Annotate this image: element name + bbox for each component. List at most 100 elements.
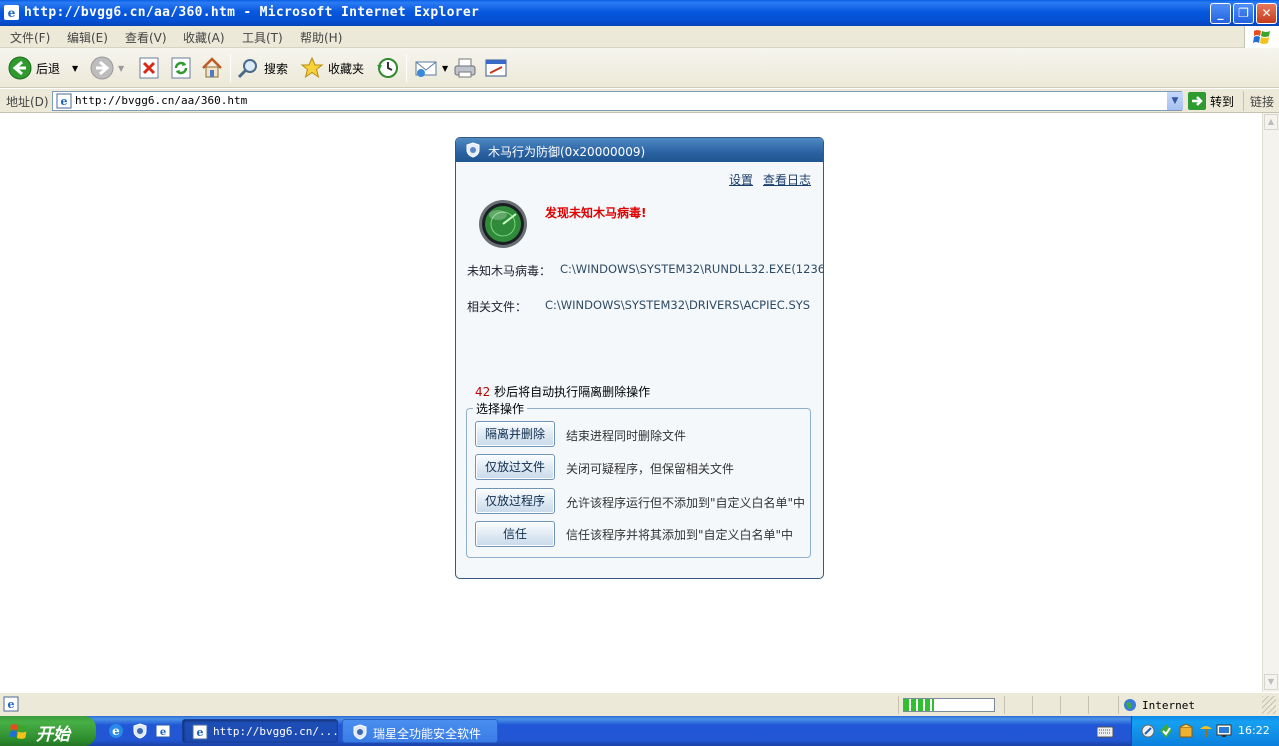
toolbar-separator <box>230 54 231 82</box>
back-dropdown-icon[interactable]: ▼ <box>72 64 78 73</box>
radar-icon <box>479 200 527 248</box>
unknown-trojan-path: C:\WINDOWS\SYSTEM32\RUNDLL32.EXE(1236) <box>560 262 824 276</box>
taskbar: 开始 e e e http://bvgg6.cn/... 瑞星全功能安全软件 1… <box>0 716 1279 746</box>
svg-text:e: e <box>8 6 16 20</box>
status-progress-panel <box>898 696 1000 714</box>
allow-file-only-button[interactable]: 仅放过文件 <box>475 454 555 480</box>
quarantine-delete-button[interactable]: 隔离并删除 <box>475 421 555 447</box>
dialog-title: 木马行为防御(0x20000009) <box>488 145 646 159</box>
menu-tools[interactable]: 工具(T) <box>242 29 283 46</box>
taskbar-item-rising[interactable]: 瑞星全功能安全软件 <box>342 719 498 743</box>
home-icon <box>202 57 222 78</box>
forward-dropdown-icon[interactable]: ▼ <box>118 64 124 73</box>
progress-fill <box>904 699 934 711</box>
status-panel <box>1088 696 1116 714</box>
address-input[interactable]: e http://bvgg6.cn/aa/360.htm ▼ <box>52 91 1183 111</box>
address-dropdown-icon[interactable]: ▼ <box>1167 92 1183 110</box>
security-tray-icon[interactable] <box>1158 723 1174 739</box>
close-button[interactable]: ✕ <box>1256 3 1277 24</box>
standard-toolbar: 后退 ▼ ▼ 搜索 收藏夹 ▼ <box>0 48 1279 88</box>
action-group: 选择操作 隔离并删除 结束进程同时删除文件 仅放过文件 关闭可疑程序，但保留相关… <box>466 400 811 558</box>
print-button[interactable] <box>453 53 477 83</box>
mail-dropdown-icon[interactable]: ▼ <box>442 64 448 73</box>
svg-text:e: e <box>112 724 120 738</box>
taskbar-item-browser[interactable]: e http://bvgg6.cn/... <box>182 719 339 743</box>
window-title: http://bvgg6.cn/aa/360.htm - Microsoft I… <box>24 5 480 20</box>
address-url: http://bvgg6.cn/aa/360.htm <box>75 94 248 107</box>
quick-launch-desktop-icon[interactable]: e <box>155 723 171 739</box>
search-button[interactable]: 搜索 <box>236 53 288 83</box>
quick-launch-ie-icon[interactable]: e <box>108 723 124 739</box>
links-button[interactable]: 链接 <box>1250 93 1274 110</box>
stop-button[interactable] <box>138 53 160 83</box>
package-icon[interactable] <box>1178 723 1194 739</box>
mail-icon <box>415 61 437 77</box>
menu-favorites[interactable]: 收藏(A) <box>183 29 225 46</box>
alert-message: 发现未知木马病毒! <box>545 206 647 220</box>
status-panel <box>1004 696 1028 714</box>
restore-button[interactable]: ❐ <box>1233 3 1254 24</box>
menu-view[interactable]: 查看(V) <box>125 29 167 46</box>
scroll-up-arrow-icon[interactable]: ▲ <box>1264 114 1278 130</box>
minimize-button[interactable]: _ <box>1210 3 1231 24</box>
zone-label: Internet <box>1142 698 1195 712</box>
countdown-text: 秒后将自动执行隔离删除操作 <box>490 385 651 399</box>
menu-help[interactable]: 帮助(H) <box>300 29 342 46</box>
quick-launch-shield-icon[interactable] <box>132 723 148 739</box>
edit-page-icon <box>485 59 507 77</box>
svg-text:e: e <box>160 727 166 738</box>
favorites-star-icon <box>300 56 324 79</box>
refresh-icon <box>171 57 191 79</box>
title-bar: e http://bvgg6.cn/aa/360.htm - Microsoft… <box>0 0 1279 26</box>
allow-program-only-button[interactable]: 仅放过程序 <box>475 488 555 514</box>
stop-icon <box>139 57 159 79</box>
svg-text:e: e <box>197 726 204 739</box>
taskbar-item-label: 瑞星全功能安全软件 <box>373 727 482 741</box>
svg-text:e: e <box>8 698 15 711</box>
view-log-link[interactable]: 查看日志 <box>763 171 811 188</box>
go-button[interactable]: 转到 <box>1188 92 1234 110</box>
trust-button[interactable]: 信任 <box>475 521 555 547</box>
update-icon[interactable] <box>1198 723 1214 739</box>
back-button[interactable]: 后退 ▼ <box>8 53 78 83</box>
related-file-path: C:\WINDOWS\SYSTEM32\DRIVERS\ACPIEC.SYS <box>545 298 811 312</box>
refresh-button[interactable] <box>170 53 192 83</box>
monitor-icon[interactable] <box>1216 723 1232 739</box>
print-icon <box>454 58 476 78</box>
status-bar: e Internet <box>0 692 1279 716</box>
back-label: 后退 <box>36 61 61 76</box>
links-separator <box>1243 91 1244 111</box>
page-icon: e <box>56 93 72 109</box>
vertical-scrollbar[interactable]: ▲ ▼ <box>1262 113 1279 692</box>
unknown-trojan-label: 未知木马病毒： <box>467 264 552 278</box>
history-icon <box>377 58 398 78</box>
clock: 16:22 <box>1238 724 1270 737</box>
ie-app-icon: e <box>4 5 19 20</box>
network-icon[interactable] <box>1140 723 1156 739</box>
allow-program-only-desc: 允许该程序运行但不添加到"自定义白名单"中 <box>566 496 806 510</box>
system-tray: 16:22 <box>1131 716 1279 746</box>
toolbar-separator <box>406 54 407 82</box>
forward-arrow-icon <box>90 56 114 80</box>
ie-page-icon: e <box>192 724 208 740</box>
history-button[interactable] <box>375 53 399 83</box>
settings-link[interactable]: 设置 <box>729 171 753 188</box>
start-button[interactable]: 开始 <box>0 716 96 746</box>
keyboard-icon[interactable] <box>1097 725 1113 739</box>
favorites-button[interactable]: 收藏夹 <box>300 53 364 83</box>
related-file-label: 相关文件： <box>467 300 528 314</box>
scroll-down-arrow-icon[interactable]: ▼ <box>1264 674 1278 690</box>
menu-file[interactable]: 文件(F) <box>10 29 50 46</box>
windows-logo <box>1244 26 1279 48</box>
menu-edit[interactable]: 编辑(E) <box>67 29 108 46</box>
svg-text:e: e <box>61 95 68 108</box>
windows-flag-icon <box>9 724 28 739</box>
forward-button[interactable]: ▼ <box>90 53 124 83</box>
allow-file-only-desc: 关闭可疑程序，但保留相关文件 <box>566 462 735 476</box>
shield-icon <box>466 142 480 158</box>
edit-button[interactable] <box>484 53 508 83</box>
home-button[interactable] <box>200 53 224 83</box>
resize-grip-icon[interactable] <box>1262 696 1276 714</box>
search-label: 搜索 <box>264 61 289 76</box>
mail-button[interactable]: ▼ <box>414 53 448 83</box>
